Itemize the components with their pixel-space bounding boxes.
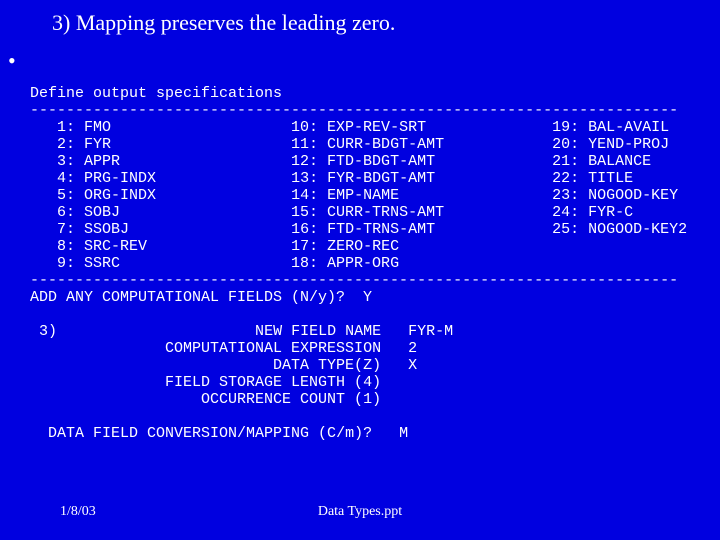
- c1-4: 4: PRG-INDX: [30, 170, 156, 187]
- c3-6: 24: FYR-C: [552, 204, 633, 221]
- c2-5: 14: EMP-NAME: [291, 187, 399, 204]
- spec-row-8: 8: SRC-REV 17: ZERO-REC: [30, 238, 399, 255]
- c2-6: 15: CURR-TRNS-AMT: [291, 204, 444, 221]
- spec-row-7: 7: SSOBJ 16: FTD-TRNS-AMT 25: NOGOOD-KEY…: [30, 221, 687, 238]
- prompt-conversion-mapping: DATA FIELD CONVERSION/MAPPING (C/m)? M: [48, 425, 408, 442]
- c1-5: 5: ORG-INDX: [30, 187, 156, 204]
- c3-7: 25: NOGOOD-KEY2: [552, 221, 687, 238]
- c1-7: 7: SSOBJ: [30, 221, 129, 238]
- c1-1: 1: FMO: [30, 119, 111, 136]
- spec-row-1: 1: FMO 10: EXP-REV-SRT 19: BAL-AVAIL: [30, 119, 669, 136]
- c3-4: 22: TITLE: [552, 170, 633, 187]
- c3-5: 23: NOGOOD-KEY: [552, 187, 678, 204]
- spec-row-9: 9: SSRC 18: APPR-ORG: [30, 255, 399, 272]
- terminal-block: Define output specifications -----------…: [30, 85, 687, 442]
- form-line-3: DATA TYPE(Z) X: [165, 357, 417, 374]
- prompt-add-fields: ADD ANY COMPUTATIONAL FIELDS (N/y)? Y: [30, 289, 372, 306]
- footer-filename: Data Types.ppt: [0, 504, 720, 520]
- c2-4: 13: FYR-BDGT-AMT: [291, 170, 435, 187]
- c2-9: 18: APPR-ORG: [291, 255, 399, 272]
- c1-2: 2: FYR: [30, 136, 111, 153]
- hr-top: ----------------------------------------…: [30, 102, 678, 119]
- step-3-marker: 3): [30, 323, 57, 340]
- slide: 3) Mapping preserves the leading zero. •…: [0, 0, 720, 540]
- bullet-dot: •: [8, 50, 16, 72]
- c3-1: 19: BAL-AVAIL: [552, 119, 669, 136]
- spec-row-4: 4: PRG-INDX 13: FYR-BDGT-AMT 22: TITLE: [30, 170, 633, 187]
- define-line: Define output specifications: [30, 85, 282, 102]
- spec-row-2: 2: FYR 11: CURR-BDGT-AMT 20: YEND-PROJ: [30, 136, 669, 153]
- c2-8: 17: ZERO-REC: [291, 238, 399, 255]
- form-line-5: OCCURRENCE COUNT (1): [165, 391, 381, 408]
- spec-row-5: 5: ORG-INDX 14: EMP-NAME 23: NOGOOD-KEY: [30, 187, 678, 204]
- form-line-4: FIELD STORAGE LENGTH (4): [165, 374, 381, 391]
- form-line-2: COMPUTATIONAL EXPRESSION 2: [165, 340, 417, 357]
- c2-7: 16: FTD-TRNS-AMT: [291, 221, 435, 238]
- c1-8: 8: SRC-REV: [30, 238, 147, 255]
- hr-bottom: ----------------------------------------…: [30, 272, 678, 289]
- c1-9: 9: SSRC: [30, 255, 120, 272]
- c2-3: 12: FTD-BDGT-AMT: [291, 153, 435, 170]
- c2-2: 11: CURR-BDGT-AMT: [291, 136, 444, 153]
- form-line-1: NEW FIELD NAME FYR-M: [165, 323, 453, 340]
- c3-3: 21: BALANCE: [552, 153, 651, 170]
- slide-title: 3) Mapping preserves the leading zero.: [52, 10, 395, 36]
- c3-2: 20: YEND-PROJ: [552, 136, 669, 153]
- c1-3: 3: APPR: [30, 153, 120, 170]
- c2-1: 10: EXP-REV-SRT: [291, 119, 426, 136]
- spec-row-3: 3: APPR 12: FTD-BDGT-AMT 21: BALANCE: [30, 153, 651, 170]
- spec-row-6: 6: SOBJ 15: CURR-TRNS-AMT 24: FYR-C: [30, 204, 633, 221]
- c1-6: 6: SOBJ: [30, 204, 120, 221]
